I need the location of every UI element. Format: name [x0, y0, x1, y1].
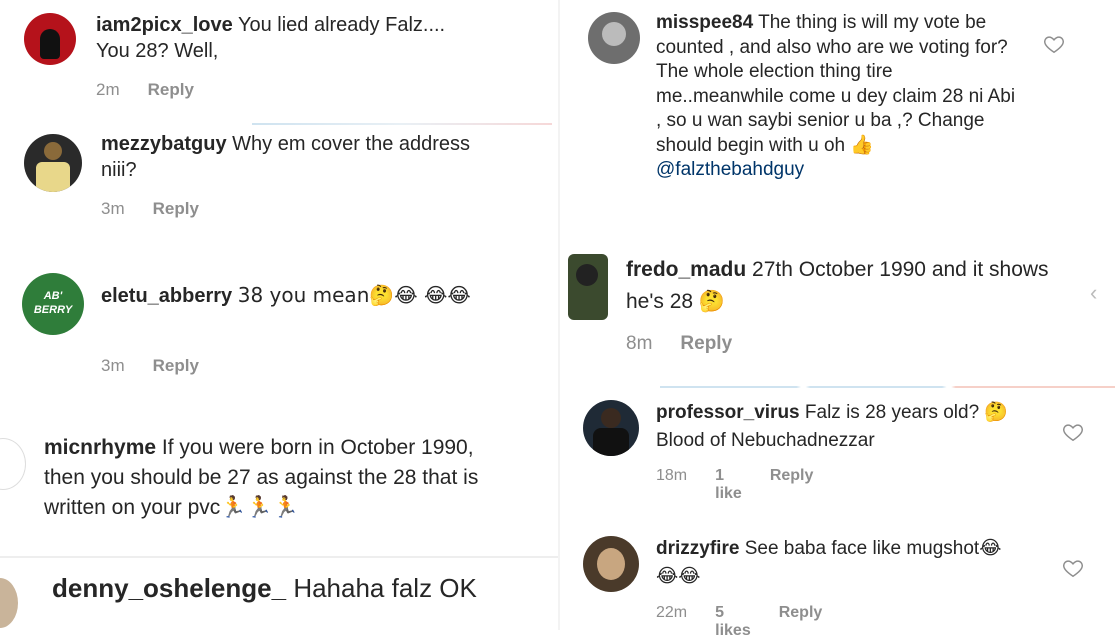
comment-time: 3m — [101, 356, 125, 375]
avatar[interactable] — [588, 12, 640, 64]
comment-username[interactable]: iam2picx_love — [96, 14, 233, 36]
comment-body: Hahaha falz OK — [293, 573, 477, 603]
comment-meta: 8m Reply — [626, 333, 732, 355]
avatar[interactable] — [24, 134, 82, 192]
comment-time: 18m — [656, 467, 688, 484]
comment-meta: 2m Reply — [96, 80, 194, 100]
comment-text: professor_virus Falz is 28 years old? 🤔 … — [656, 399, 1016, 455]
avatar[interactable]: AB' BERRY — [22, 273, 84, 335]
comment-text: denny_oshelenge_ Hahaha falz OK — [52, 572, 552, 604]
comment-time: 22m — [656, 604, 688, 621]
comment-text: micnrhyme If you were born in October 19… — [44, 433, 504, 523]
avatar[interactable] — [0, 578, 18, 628]
comment-time: 3m — [101, 199, 125, 218]
comment-meta: 3m Reply — [101, 199, 199, 219]
avatar[interactable] — [568, 254, 608, 320]
comment-text: fredo_madu 27th October 1990 and it show… — [626, 254, 1056, 318]
comment-meta: 3m Reply — [101, 356, 199, 376]
comment-text: misspee84 The thing is will my vote be c… — [656, 11, 1016, 183]
separator-line — [0, 556, 558, 558]
chevron-left-icon[interactable]: ‹ — [1090, 280, 1097, 306]
comment-username[interactable]: denny_oshelenge_ — [52, 573, 286, 603]
likes-count[interactable]: 1 like — [715, 467, 742, 503]
comment-username[interactable]: micnrhyme — [44, 436, 156, 459]
comment-text: eletu_abberry 38 you mean🤔😂 😂😂 — [101, 282, 481, 309]
reply-button[interactable]: Reply — [770, 467, 814, 503]
comment-text: iam2picx_love You lied already Falz.... … — [96, 12, 456, 64]
comment-username[interactable]: professor_virus — [656, 402, 800, 423]
comment-body: 38 you mean🤔😂 😂😂 — [237, 283, 471, 307]
reply-button[interactable]: Reply — [153, 199, 199, 219]
avatar[interactable] — [24, 13, 76, 65]
comment-body: The thing is will my vote be counted , a… — [656, 12, 1016, 156]
reply-button[interactable]: Reply — [680, 333, 732, 355]
comment-username[interactable]: drizzyfire — [656, 538, 739, 559]
avatar-logo: AB' BERRY — [33, 290, 73, 316]
reply-button[interactable]: Reply — [153, 356, 199, 376]
reply-button[interactable]: Reply — [779, 604, 823, 640]
comment-meta: 18m 1 like Reply — [656, 467, 813, 503]
reply-button[interactable]: Reply — [148, 80, 194, 100]
comment-time: 8m — [626, 333, 653, 354]
loading-bar — [252, 123, 552, 125]
mention-link[interactable]: @falzthebahdguy — [656, 159, 804, 180]
comment-username[interactable]: mezzybatguy — [101, 133, 227, 155]
comment-text: mezzybatguy Why em cover the address nii… — [101, 131, 481, 183]
like-heart-icon[interactable] — [1062, 557, 1084, 579]
comment-username[interactable]: misspee84 — [656, 12, 753, 33]
column-divider — [558, 0, 560, 630]
likes-count[interactable]: 5 likes — [715, 604, 751, 640]
avatar[interactable] — [583, 400, 639, 456]
loading-bar — [660, 386, 1115, 388]
comment-username[interactable]: fredo_madu — [626, 258, 746, 281]
like-heart-icon[interactable] — [1043, 33, 1065, 55]
comment-username[interactable]: eletu_abberry — [101, 285, 232, 307]
comment-meta: 22m 5 likes Reply — [656, 604, 822, 640]
comment-time: 2m — [96, 80, 120, 99]
like-heart-icon[interactable] — [1062, 421, 1084, 443]
avatar[interactable] — [0, 438, 26, 490]
avatar[interactable] — [583, 536, 639, 592]
comment-text: drizzyfire See baba face like mugshot😂😂😂 — [656, 535, 1016, 591]
